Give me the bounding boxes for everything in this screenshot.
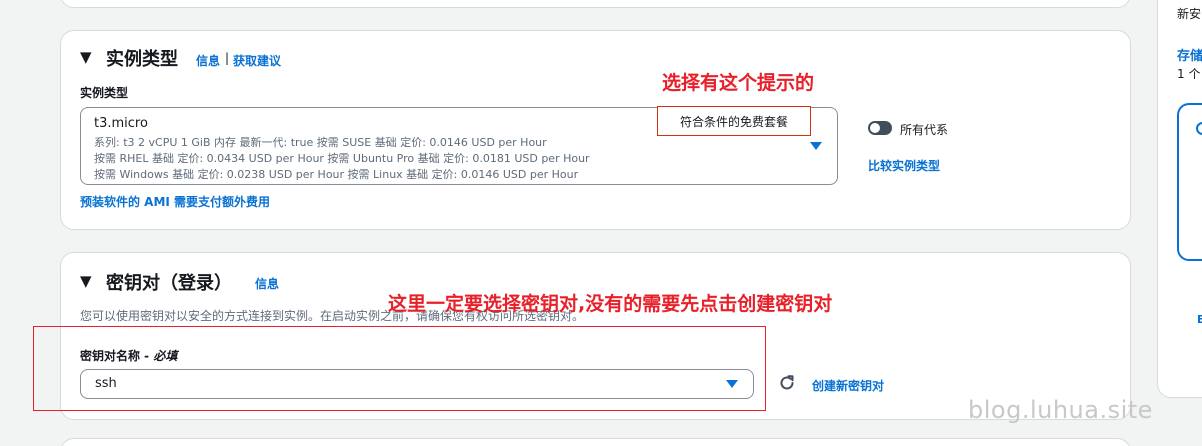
instance-type-select[interactable]: t3.micro 系列: t3 2 vCPU 1 GiB 内存 最新一代: tr… [80,106,838,185]
instance-spec-line-2: 按需 RHEL 基础 定价: 0.0434 USD per Hour 按需 Ub… [94,152,590,165]
side-panel-storage-link[interactable]: 存储 [1177,45,1202,64]
instance-info-link[interactable]: 信息 [196,52,220,69]
side-panel-top-text: 新安 [1177,7,1202,21]
link-separator: | [225,51,230,65]
next-section-panel [60,438,1131,446]
watermark: blog.luhua.site [968,396,1153,424]
side-panel-count: 1 个 [1177,67,1201,81]
all-generations-toggle[interactable] [868,121,892,135]
refresh-icon[interactable] [778,374,796,392]
key-pair-annotation: 这里一定要选择密钥对,没有的需要先点击创建密钥对 [388,293,833,315]
free-tier-badge: 符合条件的免费套餐 [657,106,811,136]
dropdown-caret-icon [810,142,822,150]
side-panel-bottom-link[interactable]: E [1197,313,1202,326]
previous-section-panel [60,0,1131,8]
create-key-pair-link[interactable]: 创建新密钥对 [812,377,884,394]
get-recommendations-link[interactable]: 获取建议 [233,52,281,69]
collapse-caret-icon[interactable]: ▼ [80,272,92,290]
collapse-caret-icon[interactable]: ▼ [80,48,92,66]
key-pair-info-link[interactable]: 信息 [255,275,279,292]
instance-annotation: 选择有这个提示的 [662,72,815,94]
instance-spec-line-1: 系列: t3 2 vCPU 1 GiB 内存 最新一代: true 按需 SUS… [94,136,547,149]
all-generations-label: 所有代系 [900,123,949,137]
instance-section-title: 实例类型 [106,49,178,70]
side-panel-info-icon [1196,122,1202,135]
key-pair-section-title: 密钥对（登录） [106,273,232,294]
instance-name: t3.micro [94,116,148,131]
instance-type-label: 实例类型 [80,86,129,100]
key-pair-highlight-box [33,326,766,411]
toggle-knob [870,123,880,133]
compare-instance-types-link[interactable]: 比较实例类型 [868,157,940,174]
ami-extra-cost-link[interactable]: 预装软件的 AMI 需要支付额外费用 [80,193,270,210]
instance-spec-line-3: 按需 Windows 基础 定价: 0.0238 USD per Hour 按需… [94,168,579,181]
